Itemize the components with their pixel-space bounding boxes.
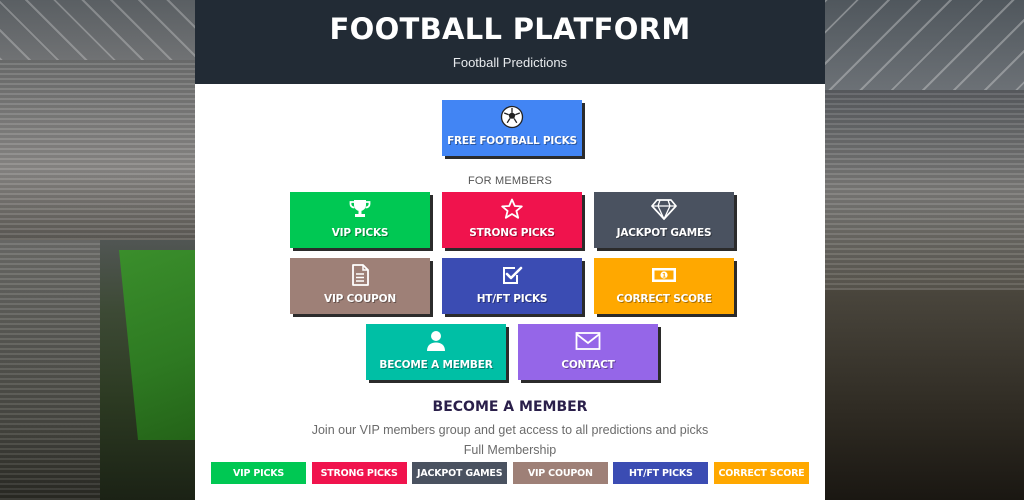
chip-jackpot-games[interactable]: JACKPOT GAMES <box>412 462 508 484</box>
crowd-right <box>825 90 1024 290</box>
star-icon <box>442 198 582 220</box>
membership-chips: VIP PICKS STRONG PICKS JACKPOT GAMES VIP… <box>211 462 809 484</box>
trophy-icon <box>290 198 430 220</box>
become-member-heading: BECOME A MEMBER <box>432 399 588 415</box>
become-member-label: BECOME A MEMBER <box>379 359 493 371</box>
vip-coupon-button[interactable]: VIP COUPON <box>290 258 430 314</box>
become-member-section: BECOME A MEMBER Join our VIP members gro… <box>195 399 825 457</box>
membership-label: Full Membership <box>463 443 557 457</box>
crowd-right-lower <box>825 290 1024 500</box>
correct-score-label: CORRECT SCORE <box>616 293 712 305</box>
site-header: FOOTBALL PLATFORM Football Predictions <box>195 0 825 84</box>
pitch-grass <box>119 250 195 440</box>
crowd-left-lower <box>0 240 100 500</box>
strong-picks-label: STRONG PICKS <box>469 227 555 239</box>
become-member-button[interactable]: BECOME A MEMBER <box>366 324 506 380</box>
for-members-label: FOR MEMBERS <box>467 175 553 187</box>
jackpot-games-button[interactable]: JACKPOT GAMES <box>594 192 734 248</box>
htft-picks-label: HT/FT PICKS <box>476 293 548 305</box>
vip-coupon-label: VIP COUPON <box>324 293 396 305</box>
user-icon <box>366 330 506 352</box>
document-icon <box>290 264 430 286</box>
chip-strong-picks[interactable]: STRONG PICKS <box>311 462 407 484</box>
chip-htft-picks[interactable]: HT/FT PICKS <box>613 462 709 484</box>
become-member-text: Join our VIP members group and get acces… <box>311 423 709 437</box>
stadium-roof-left <box>0 0 195 60</box>
correct-score-button[interactable]: 1 CORRECT SCORE <box>594 258 734 314</box>
chip-vip-picks[interactable]: VIP PICKS <box>211 462 306 484</box>
free-football-picks-button[interactable]: FREE FOOTBALL PICKS <box>442 100 582 156</box>
crowd-left <box>0 60 195 240</box>
contact-label: CONTACT <box>561 359 615 371</box>
envelope-icon <box>518 330 658 352</box>
jackpot-games-label: JACKPOT GAMES <box>616 227 712 239</box>
vip-picks-button[interactable]: VIP PICKS <box>290 192 430 248</box>
strong-picks-button[interactable]: STRONG PICKS <box>442 192 582 248</box>
diamond-icon <box>594 198 734 220</box>
site-title: FOOTBALL PLATFORM <box>329 12 691 46</box>
vip-picks-label: VIP PICKS <box>331 227 389 239</box>
money-icon: 1 <box>594 264 734 286</box>
free-football-picks-label: FREE FOOTBALL PICKS <box>447 135 577 147</box>
main-panel: FOOTBALL PLATFORM Football Predictions F… <box>195 0 825 500</box>
site-subtitle: Football Predictions <box>452 55 568 70</box>
soccer-ball-icon <box>442 105 582 129</box>
checkbox-icon <box>442 264 582 286</box>
chip-correct-score[interactable]: CORRECT SCORE <box>713 462 809 484</box>
chip-vip-coupon[interactable]: VIP COUPON <box>512 462 608 484</box>
svg-text:1: 1 <box>662 272 666 279</box>
stadium-roof-right <box>825 0 1024 90</box>
htft-picks-button[interactable]: HT/FT PICKS <box>442 258 582 314</box>
contact-button[interactable]: CONTACT <box>518 324 658 380</box>
